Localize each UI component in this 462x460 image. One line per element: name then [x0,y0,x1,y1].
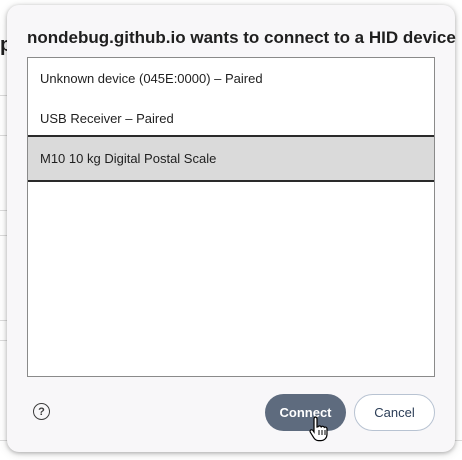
dialog-title: nondebug.github.io wants to connect to a… [27,28,456,47]
device-list-item[interactable]: USB Receiver – Paired [28,98,434,138]
device-list-item[interactable]: Unknown device (045E:0000) – Paired [28,58,434,98]
device-list-item-selected[interactable]: M10 10 kg Digital Postal Scale [28,135,434,182]
device-list[interactable]: Unknown device (045E:0000) – Paired USB … [27,57,435,377]
hid-device-chooser-dialog: nondebug.github.io wants to connect to a… [7,5,456,452]
device-label: M10 10 kg Digital Postal Scale [40,151,217,166]
device-label: USB Receiver – Paired [40,110,174,126]
device-label: Unknown device (045E:0000) – Paired [40,70,263,86]
cancel-button[interactable]: Cancel [354,394,435,431]
hand-pointer-cursor-icon [309,416,328,442]
question-circle-icon[interactable]: ? [33,403,50,420]
connect-button[interactable]: Connect [265,394,346,431]
